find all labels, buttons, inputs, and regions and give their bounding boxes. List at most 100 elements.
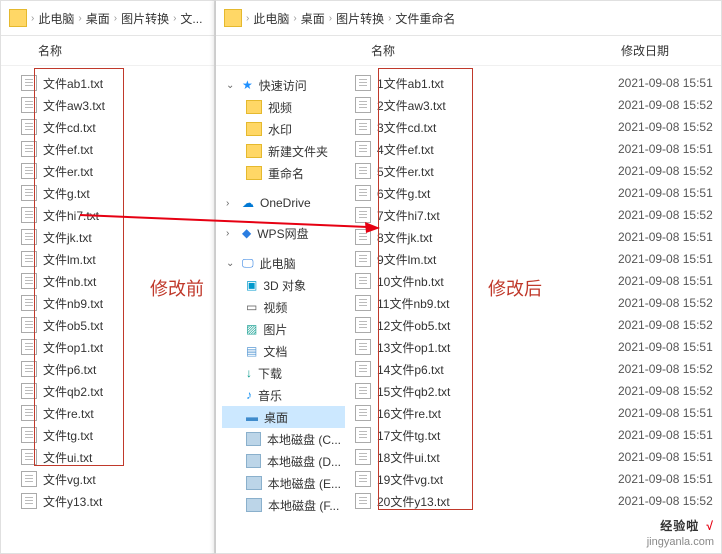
file-item[interactable]: 13文件op1.txt [353,336,483,358]
chevron-right-icon: › [31,13,34,24]
tree-newfolder[interactable]: 新建文件夹 [222,140,345,162]
date-modified: 2021-09-08 15:51 [618,468,713,490]
watermark: 经验啦 √ jingyanla.com [647,510,714,548]
tree-video[interactable]: 视频 [222,96,345,118]
file-name: 10文件nb.txt [377,273,444,290]
file-item[interactable]: 文件g.txt [19,182,214,204]
breadcrumb-item[interactable]: 图片转换 [336,10,384,27]
file-item[interactable]: 文件ob5.txt [19,314,214,336]
tree-label: 本地磁盘 (E... [268,475,341,492]
tree-disk-f[interactable]: 本地磁盘 (F... [222,494,345,516]
date-modified: 2021-09-08 15:51 [618,424,713,446]
file-name: 8文件jk.txt [377,229,432,246]
file-icon [355,97,371,113]
breadcrumb-item[interactable]: 此电脑 [253,10,289,27]
file-item[interactable]: 7文件hi7.txt [353,204,483,226]
file-icon [355,295,371,311]
tree-desktop[interactable]: ▬桌面 [222,406,345,428]
file-item[interactable]: 15文件qb2.txt [353,380,483,402]
file-item[interactable]: 文件y13.txt [19,490,214,512]
file-icon [355,163,371,179]
file-icon [355,317,371,333]
tree-wps[interactable]: ›◆WPS网盘 [222,222,345,244]
file-icon [21,493,37,509]
breadcrumb-item[interactable]: 图片转换 [121,10,169,27]
file-item[interactable]: 文件er.txt [19,160,214,182]
tree-downloads[interactable]: ↓下载 [222,362,345,384]
tree-watermark[interactable]: 水印 [222,118,345,140]
file-name: 16文件re.txt [377,405,441,422]
tree-onedrive[interactable]: ›☁OneDrive [222,192,345,214]
tree-videos[interactable]: ▭视频 [222,296,345,318]
tree-disk-c[interactable]: 本地磁盘 (C... [222,428,345,450]
date-modified: 2021-09-08 15:51 [618,138,713,160]
tree-documents[interactable]: ▤文档 [222,340,345,362]
file-item[interactable]: 19文件vg.txt [353,468,483,490]
file-item[interactable]: 16文件re.txt [353,402,483,424]
tree-label: 桌面 [264,409,288,426]
breadcrumb: › 此电脑 › 桌面 › 图片转换 › 文... [1,1,214,36]
file-item[interactable]: 文件ui.txt [19,446,214,468]
breadcrumb-item[interactable]: 文件重命名 [395,10,455,27]
breadcrumb-item[interactable]: 文... [180,10,202,27]
file-icon [355,449,371,465]
date-modified: 2021-09-08 15:51 [618,72,713,94]
header-date[interactable]: 修改日期 [511,38,706,63]
file-item[interactable]: 12文件ob5.txt [353,314,483,336]
file-item[interactable]: 2文件aw3.txt [353,94,483,116]
header-name[interactable]: 名称 [361,38,511,63]
file-name: 文件er.txt [43,163,93,180]
file-item[interactable]: 14文件p6.txt [353,358,483,380]
date-modified: 2021-09-08 15:51 [618,226,713,248]
file-item[interactable]: 文件ab1.txt [19,72,214,94]
tree-disk-e[interactable]: 本地磁盘 (E... [222,472,345,494]
file-item[interactable]: 10文件nb.txt [353,270,483,292]
file-name: 5文件er.txt [377,163,434,180]
check-icon: √ [706,519,714,533]
file-name: 15文件qb2.txt [377,383,450,400]
file-item[interactable]: 文件hi7.txt [19,204,214,226]
file-item[interactable]: 文件ef.txt [19,138,214,160]
file-item[interactable]: 文件op1.txt [19,336,214,358]
file-item[interactable]: 17文件tg.txt [353,424,483,446]
file-item[interactable]: 6文件g.txt [353,182,483,204]
file-item[interactable]: 文件p6.txt [19,358,214,380]
date-modified: 2021-09-08 15:52 [618,292,713,314]
file-item[interactable]: 1文件ab1.txt [353,72,483,94]
file-item[interactable]: 8文件jk.txt [353,226,483,248]
tree-label: 重命名 [268,165,304,182]
file-item[interactable]: 11文件nb9.txt [353,292,483,314]
file-icon [21,339,37,355]
tree-pictures[interactable]: ▨图片 [222,318,345,340]
file-list-after: 1文件ab1.txt2文件aw3.txt3文件cd.txt4文件ef.txt 5文… [353,66,483,512]
tree-this-pc[interactable]: ⌄🖵此电脑 [222,252,345,274]
file-item[interactable]: 20文件y13.txt [353,490,483,512]
tree-rename[interactable]: 重命名 [222,162,345,184]
breadcrumb-item[interactable]: 此电脑 [38,10,74,27]
tree-3d[interactable]: ▣3D 对象 [222,274,345,296]
file-item[interactable]: 18文件ui.txt [353,446,483,468]
file-item[interactable]: 文件tg.txt [19,424,214,446]
file-item[interactable]: 文件lm.txt [19,248,214,270]
tree-disk-d[interactable]: 本地磁盘 (D... [222,450,345,472]
tree-music[interactable]: ♪音乐 [222,384,345,406]
file-item[interactable]: 文件re.txt [19,402,214,424]
file-icon [21,97,37,113]
file-name: 20文件y13.txt [377,493,450,510]
file-item[interactable]: 4文件ef.txt [353,138,483,160]
file-item[interactable]: 文件cd.txt [19,116,214,138]
breadcrumb-item[interactable]: 桌面 [86,10,110,27]
file-item[interactable]: 5文件er.txt [353,160,483,182]
file-name: 文件tg.txt [43,427,93,444]
chevron-right-icon: › [114,13,117,24]
breadcrumb-item[interactable]: 桌面 [301,10,325,27]
file-item[interactable]: 文件vg.txt [19,468,214,490]
file-item[interactable]: 文件jk.txt [19,226,214,248]
file-item[interactable]: 文件qb2.txt [19,380,214,402]
file-icon [355,141,371,157]
file-item[interactable]: 文件aw3.txt [19,94,214,116]
file-item[interactable]: 9文件lm.txt [353,248,483,270]
file-icon [355,493,371,509]
tree-quick-access[interactable]: ⌄★快速访问 [222,74,345,96]
file-item[interactable]: 3文件cd.txt [353,116,483,138]
